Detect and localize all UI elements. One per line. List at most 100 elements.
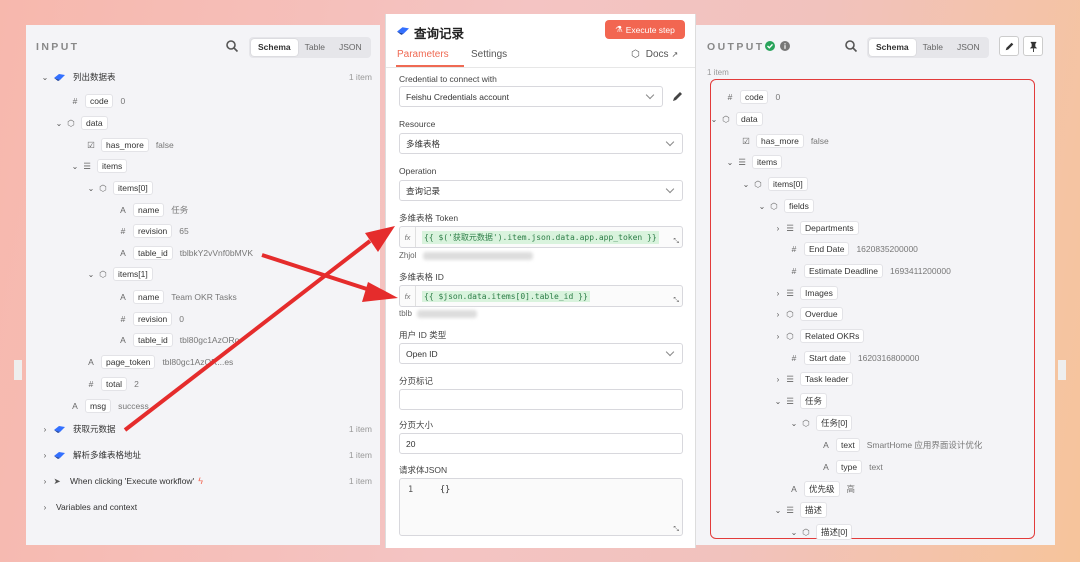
field-row-priority: A 优先级高 [787, 481, 855, 497]
search-icon[interactable] [225, 39, 239, 53]
field-row-overdue[interactable]: › ⬡ Overdue [773, 306, 843, 322]
schema-view-tab[interactable]: Schema [869, 39, 916, 56]
chevron-down-icon[interactable]: ⌄ [86, 184, 96, 193]
checkbox-icon: ☑ [87, 139, 95, 150]
field-row-code: # code 0 [723, 89, 780, 105]
output-panel: OUTPUT Schema Table JSON 1 item # code 0 ⌄… [696, 25, 1055, 545]
chevron-down-icon[interactable]: ⌄ [773, 397, 783, 406]
node-parse-url[interactable]: › 解析多维表格地址 1 item [40, 447, 380, 463]
left-edge-handle[interactable] [14, 360, 22, 380]
page-size-label: 分页大小 [399, 420, 434, 430]
field-row-estimate-deadline: # Estimate Deadline 1693411200000 [787, 263, 951, 279]
node-parameters-panel: 查询记录 ⚗ Execute step Parameters Settings ⬡… [385, 14, 696, 548]
node-variables-context[interactable]: › Variables and context [40, 499, 380, 515]
node-get-metadata[interactable]: › 获取元数据 1 item [40, 421, 380, 437]
field-row-data[interactable]: ⌄ ⬡ data [54, 115, 108, 131]
field-row-description[interactable]: ⌄ ☰ 描述 [773, 502, 828, 518]
info-icon[interactable] [780, 41, 790, 51]
operation-select[interactable]: 查询记录 [399, 180, 683, 201]
chevron-down-icon[interactable]: ⌄ [709, 115, 719, 124]
field-row-items[interactable]: ⌄ ☰ items [70, 158, 128, 174]
json-view-tab[interactable]: JSON [950, 39, 987, 56]
node-label: Variables and context [56, 502, 138, 512]
table-view-tab[interactable]: Table [916, 39, 950, 56]
chevron-down-icon[interactable]: ⌄ [54, 119, 64, 128]
field-row-table-id: Atable_id tblbkY2vVnf0bMVK [116, 245, 253, 261]
search-icon[interactable] [844, 39, 858, 53]
expand-icon[interactable]: ⤡ [673, 238, 679, 246]
pencil-icon[interactable] [671, 90, 684, 103]
input-title: INPUT [36, 41, 80, 53]
field-row-items-1[interactable]: ⌄ ⬡ items[1] [86, 266, 153, 282]
field-row-task-leader[interactable]: › ☰ Task leader [773, 371, 854, 387]
chevron-down-icon[interactable]: ⌄ [741, 180, 751, 189]
chevron-down-icon[interactable]: ⌄ [725, 158, 735, 167]
token-expression-input[interactable]: fx{{ $('获取元数据').item.json.data.app.app_t… [399, 226, 683, 248]
chevron-down-icon[interactable]: ⌄ [70, 162, 80, 171]
field-row-data[interactable]: ⌄ ⬡ data [709, 111, 763, 127]
field-row-items[interactable]: ⌄ ☰ items [725, 154, 783, 170]
chevron-right-icon[interactable]: › [773, 224, 783, 233]
field-row-has-more: ☑ has_more false [739, 133, 829, 149]
page-token-label: 分页标记 [399, 376, 434, 386]
right-edge-handle[interactable] [1058, 360, 1066, 380]
chevron-down-icon[interactable]: ⌄ [757, 202, 767, 211]
list-icon: ☰ [786, 504, 794, 515]
node-label: 解析多维表格地址 [73, 450, 142, 460]
field-row-start-date: # Start date 1620316800000 [787, 350, 919, 366]
field-row-related-okrs[interactable]: › ⬡ Related OKRs [773, 328, 865, 344]
request-body-editor[interactable]: 1 {} ⤡ [399, 478, 683, 536]
node-title[interactable]: 查询记录 [414, 23, 464, 42]
json-view-tab[interactable]: JSON [332, 39, 369, 56]
chevron-down-icon [665, 184, 675, 194]
field-row-fields[interactable]: ⌄ ⬡ fields [757, 198, 814, 214]
field-row-items-0[interactable]: ⌄ ⬡ items[0] [86, 180, 153, 196]
chevron-down-icon[interactable]: ⌄ [789, 419, 799, 428]
tab-settings[interactable]: Settings [471, 49, 507, 60]
page-token-input[interactable] [399, 389, 683, 410]
chevron-down-icon[interactable]: ⌄ [40, 73, 50, 82]
expand-icon[interactable]: ⤡ [673, 297, 679, 305]
chevron-down-icon[interactable]: ⌄ [86, 270, 96, 279]
pin-output-button[interactable] [1023, 36, 1043, 56]
table-id-label: 多维表格 ID [399, 272, 444, 282]
chevron-right-icon[interactable]: › [40, 451, 50, 460]
field-row-departments[interactable]: › ☰ Departments [773, 220, 859, 236]
chevron-down-icon[interactable]: ⌄ [773, 506, 783, 515]
field-row-description-0[interactable]: ⌄ ⬡ 描述[0] [789, 524, 853, 540]
object-icon: ⬡ [99, 182, 107, 193]
object-icon: ⬡ [722, 113, 730, 124]
field-row-images[interactable]: › ☰ Images [773, 285, 838, 301]
node-manual-trigger[interactable]: › ➤ When clicking 'Execute workflow' ϟ 1… [40, 473, 380, 489]
schema-view-tab[interactable]: Schema [251, 39, 298, 56]
node-list-tables[interactable]: ⌄ 列出数据表 1 item [40, 69, 380, 85]
page-size-input[interactable]: 20 [399, 433, 683, 454]
node-item-count: 1 item [348, 476, 372, 486]
user-id-type-select[interactable]: Open ID [399, 343, 683, 364]
tab-parameters[interactable]: Parameters [397, 49, 449, 60]
output-item-count: 1 item [707, 68, 729, 77]
field-row-items-0[interactable]: ⌄ ⬡ items[0] [741, 176, 808, 192]
chevron-right-icon[interactable]: › [773, 332, 783, 341]
object-icon: ⬡ [802, 526, 810, 537]
chevron-right-icon[interactable]: › [773, 310, 783, 319]
credential-select[interactable]: Feishu Credentials account [399, 86, 663, 107]
chevron-right-icon[interactable]: › [773, 289, 783, 298]
chevron-right-icon[interactable]: › [40, 425, 50, 434]
text-icon: A [120, 292, 126, 302]
docs-link[interactable]: ⬡ Docs ↗ [631, 49, 678, 60]
field-row-task-0[interactable]: ⌄ ⬡ 任务[0] [789, 415, 853, 431]
chevron-right-icon[interactable]: › [40, 503, 50, 512]
field-row-has-more: ☑ has_more false [84, 137, 174, 153]
chevron-right-icon[interactable]: › [40, 477, 50, 486]
resource-select[interactable]: 多维表格 [399, 133, 683, 154]
execute-step-button[interactable]: ⚗ Execute step [605, 20, 685, 39]
expand-icon[interactable]: ⤡ [673, 525, 679, 534]
table-view-tab[interactable]: Table [298, 39, 332, 56]
text-icon: A [120, 335, 126, 345]
field-row-task[interactable]: ⌄ ☰ 任务 [773, 393, 828, 409]
edit-output-button[interactable] [999, 36, 1019, 56]
table-id-expression-input[interactable]: fx{{ $json.data.items[0].table_id }} ⤡ [399, 285, 683, 307]
chevron-right-icon[interactable]: › [773, 375, 783, 384]
chevron-down-icon[interactable]: ⌄ [789, 528, 799, 537]
